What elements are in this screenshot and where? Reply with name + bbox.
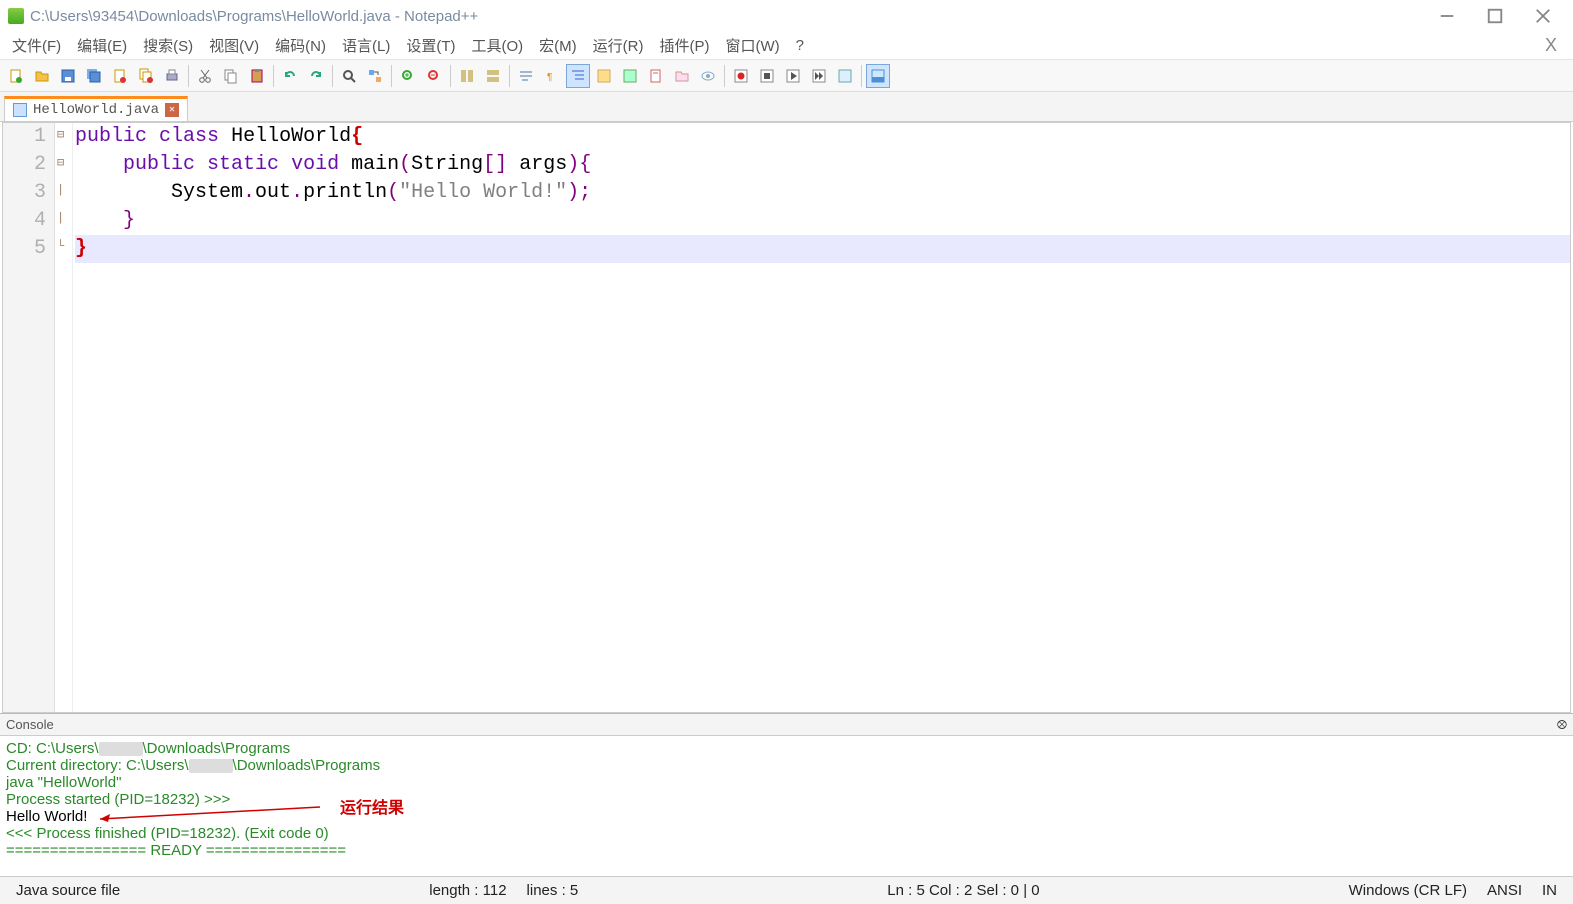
cut-icon[interactable] bbox=[193, 64, 217, 88]
maximize-button[interactable] bbox=[1485, 6, 1505, 26]
menu-file[interactable]: 文件(F) bbox=[4, 32, 69, 59]
toolbar-separator bbox=[861, 65, 862, 87]
indent-guide-icon[interactable] bbox=[566, 64, 590, 88]
status-insert[interactable]: IN bbox=[1532, 882, 1567, 899]
console-toggle-icon[interactable] bbox=[866, 64, 890, 88]
toolbar-separator bbox=[724, 65, 725, 87]
new-icon[interactable] bbox=[4, 64, 28, 88]
menu-language[interactable]: 语言(L) bbox=[334, 32, 398, 59]
window-buttons bbox=[1437, 6, 1565, 26]
open-icon[interactable] bbox=[30, 64, 54, 88]
close-button[interactable] bbox=[1533, 6, 1553, 26]
macro-rec-icon[interactable] bbox=[729, 64, 753, 88]
undo-icon[interactable] bbox=[278, 64, 302, 88]
copy-icon[interactable] bbox=[219, 64, 243, 88]
toolbar-separator bbox=[509, 65, 510, 87]
window-title: C:\Users\93454\Downloads\Programs\HelloW… bbox=[30, 8, 1437, 25]
doc-map-icon[interactable] bbox=[618, 64, 642, 88]
zoom-out-icon[interactable] bbox=[422, 64, 446, 88]
file-icon bbox=[13, 103, 27, 117]
minimize-button[interactable] bbox=[1437, 6, 1457, 26]
save-icon[interactable] bbox=[56, 64, 80, 88]
zoom-in-icon[interactable] bbox=[396, 64, 420, 88]
folder-icon[interactable] bbox=[670, 64, 694, 88]
wrap-icon[interactable] bbox=[514, 64, 538, 88]
menu-close-x[interactable]: X bbox=[1533, 35, 1569, 56]
menu-bar: 文件(F) 编辑(E) 搜索(S) 视图(V) 编码(N) 语言(L) 设置(T… bbox=[0, 32, 1573, 60]
status-length: length : 112 bbox=[419, 882, 516, 899]
toolbar-separator bbox=[450, 65, 451, 87]
tab-close-icon[interactable]: ✕ bbox=[165, 103, 179, 117]
macro-play-icon[interactable] bbox=[781, 64, 805, 88]
toolbar: ¶ bbox=[0, 60, 1573, 92]
title-bar: C:\Users\93454\Downloads\Programs\HelloW… bbox=[0, 0, 1573, 32]
toolbar-separator bbox=[332, 65, 333, 87]
menu-tools[interactable]: 工具(O) bbox=[463, 32, 531, 59]
tab-bar: HelloWorld.java ✕ bbox=[0, 92, 1573, 122]
status-filetype: Java source file bbox=[6, 882, 130, 899]
annotation-label: 运行结果 bbox=[340, 794, 404, 818]
app-icon bbox=[8, 8, 24, 24]
find-icon[interactable] bbox=[337, 64, 361, 88]
console-panel: Console ⮾ 运行结果 CD: C:\Users\\Downloads\P… bbox=[0, 713, 1573, 876]
replace-icon[interactable] bbox=[363, 64, 387, 88]
console-output[interactable]: 运行结果 CD: C:\Users\\Downloads\ProgramsCur… bbox=[0, 736, 1573, 876]
line-gutter: 12345 bbox=[3, 123, 55, 712]
func-list-icon[interactable] bbox=[644, 64, 668, 88]
toolbar-separator bbox=[391, 65, 392, 87]
status-bar: Java source file length : 112 lines : 5 … bbox=[0, 876, 1573, 904]
udl-icon[interactable] bbox=[592, 64, 616, 88]
macro-stop-icon[interactable] bbox=[755, 64, 779, 88]
close-file-icon[interactable] bbox=[108, 64, 132, 88]
sync-h-icon[interactable] bbox=[481, 64, 505, 88]
macro-save-icon[interactable] bbox=[833, 64, 857, 88]
menu-encoding[interactable]: 编码(N) bbox=[267, 32, 334, 59]
menu-search[interactable]: 搜索(S) bbox=[135, 32, 201, 59]
menu-run[interactable]: 运行(R) bbox=[585, 32, 652, 59]
save-all-icon[interactable] bbox=[82, 64, 106, 88]
monitor-icon[interactable] bbox=[696, 64, 720, 88]
menu-window[interactable]: 窗口(W) bbox=[717, 32, 787, 59]
menu-edit[interactable]: 编辑(E) bbox=[69, 32, 135, 59]
code-content[interactable]: public class HelloWorld{ public static v… bbox=[73, 123, 1570, 712]
file-tab[interactable]: HelloWorld.java ✕ bbox=[4, 96, 188, 121]
editor-area[interactable]: 12345 ⊟⊟||└ public class HelloWorld{ pub… bbox=[2, 122, 1571, 713]
paste-icon[interactable] bbox=[245, 64, 269, 88]
svg-text:¶: ¶ bbox=[547, 72, 552, 83]
menu-help[interactable]: ? bbox=[788, 34, 812, 57]
annotation-arrow bbox=[90, 803, 330, 823]
console-header[interactable]: Console ⮾ bbox=[0, 714, 1573, 736]
sync-v-icon[interactable] bbox=[455, 64, 479, 88]
toolbar-separator bbox=[188, 65, 189, 87]
status-encoding[interactable]: ANSI bbox=[1477, 882, 1532, 899]
fold-column[interactable]: ⊟⊟||└ bbox=[55, 123, 73, 712]
macro-fast-icon[interactable] bbox=[807, 64, 831, 88]
menu-view[interactable]: 视图(V) bbox=[201, 32, 267, 59]
show-all-icon[interactable]: ¶ bbox=[540, 64, 564, 88]
status-lines: lines : 5 bbox=[517, 882, 589, 899]
menu-macro[interactable]: 宏(M) bbox=[531, 32, 585, 59]
print-icon[interactable] bbox=[160, 64, 184, 88]
console-close-icon[interactable]: ⮾ bbox=[1557, 717, 1567, 733]
menu-settings[interactable]: 设置(T) bbox=[398, 32, 463, 59]
console-title: Console bbox=[6, 717, 54, 732]
menu-plugins[interactable]: 插件(P) bbox=[651, 32, 717, 59]
redo-icon[interactable] bbox=[304, 64, 328, 88]
status-position: Ln : 5 Col : 2 Sel : 0 | 0 bbox=[877, 882, 1049, 899]
close-all-icon[interactable] bbox=[134, 64, 158, 88]
status-eol[interactable]: Windows (CR LF) bbox=[1339, 882, 1477, 899]
tab-filename: HelloWorld.java bbox=[33, 102, 159, 118]
toolbar-separator bbox=[273, 65, 274, 87]
